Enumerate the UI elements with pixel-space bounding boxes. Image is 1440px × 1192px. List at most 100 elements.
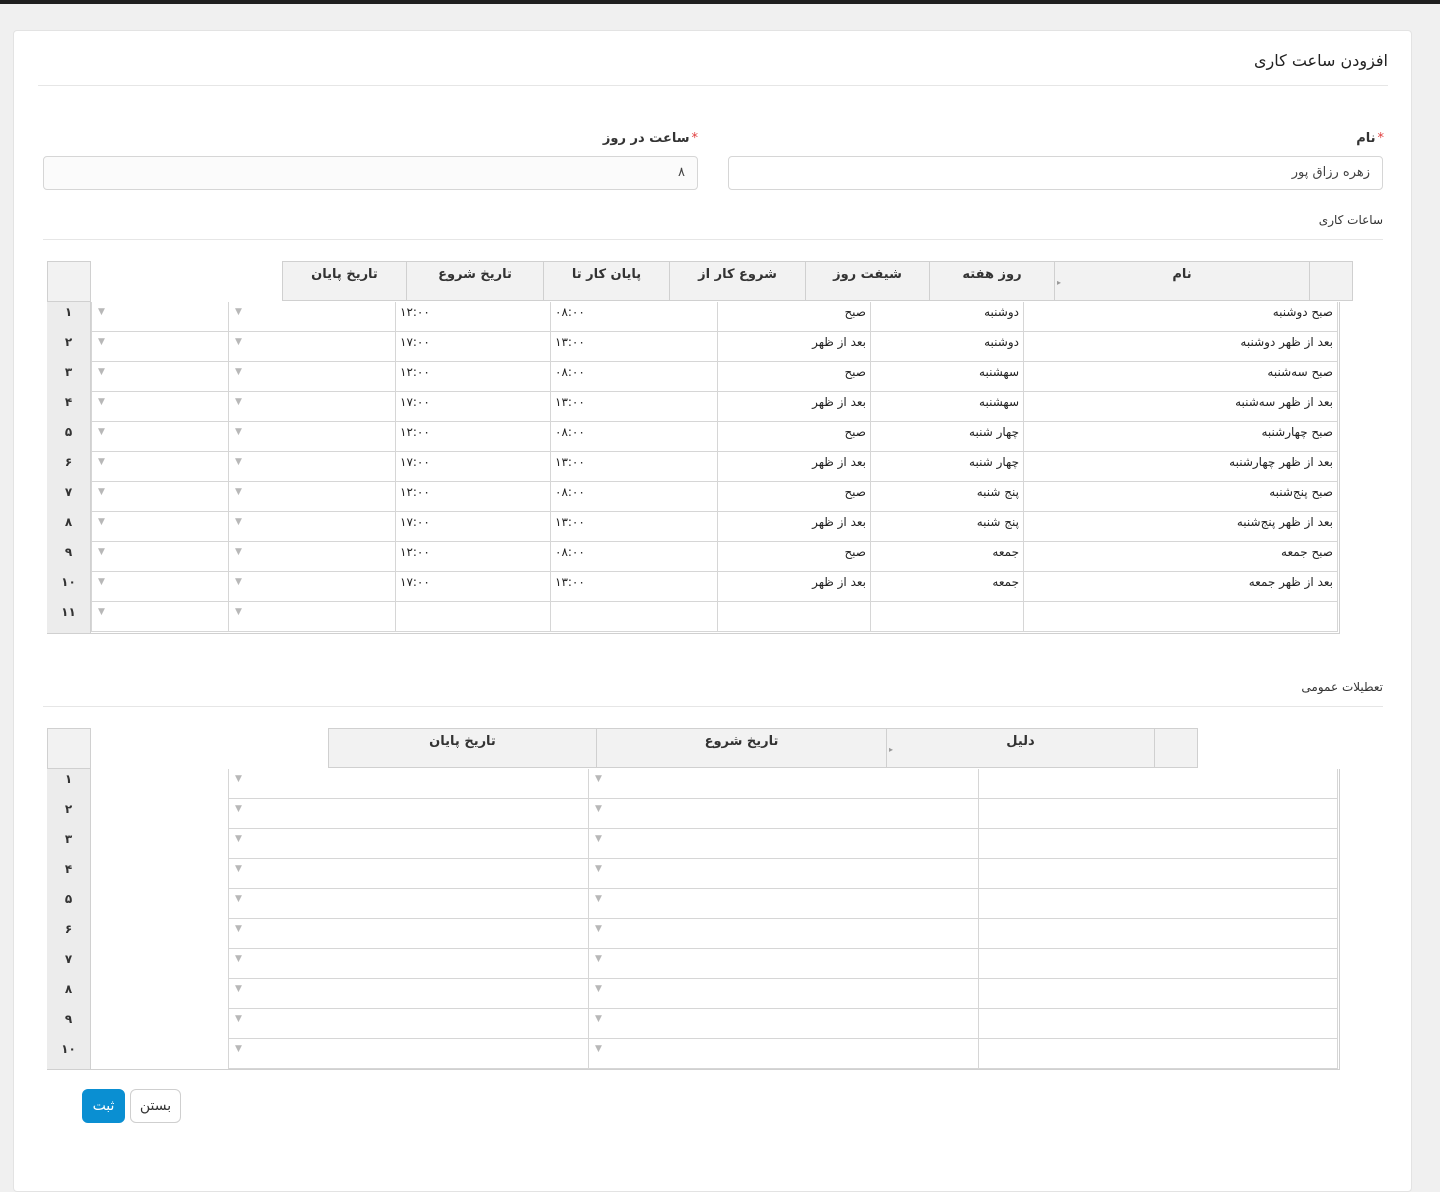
dropdown-triangle-icon[interactable]: ▼ <box>235 804 242 814</box>
cell-shift[interactable]: بعد از ظهر <box>717 572 870 602</box>
column-header-end-date[interactable]: تاریخ پایان <box>328 728 596 768</box>
cell-name[interactable]: بعد از ظهر جمعه <box>1023 572 1338 602</box>
dropdown-triangle-icon[interactable]: ▼ <box>235 397 242 407</box>
cell-end-date[interactable]: ▼ <box>91 332 228 362</box>
dropdown-triangle-icon[interactable]: ▼ <box>98 307 105 317</box>
cell-end-date[interactable]: ▼ <box>228 799 588 829</box>
cell-reason[interactable] <box>978 979 1338 1009</box>
cell-end[interactable]: ۱۲:۰۰ <box>395 422 550 452</box>
cell-end-date[interactable]: ▼ <box>91 482 228 512</box>
dropdown-triangle-icon[interactable]: ▼ <box>235 337 242 347</box>
dropdown-triangle-icon[interactable]: ▼ <box>98 607 105 617</box>
cell-name[interactable]: صبح دوشنبه <box>1023 302 1338 332</box>
cell-start-date[interactable]: ▼ <box>588 919 978 949</box>
cell-start-date[interactable]: ▼ <box>588 829 978 859</box>
dropdown-triangle-icon[interactable]: ▼ <box>235 774 242 784</box>
cell-start-date[interactable]: ▼ <box>228 542 395 572</box>
dropdown-triangle-icon[interactable]: ▼ <box>235 834 242 844</box>
name-field[interactable]: زهره رزاق پور <box>728 156 1383 190</box>
cell-reason[interactable] <box>978 889 1338 919</box>
cell-weekday[interactable]: جمعه <box>870 542 1023 572</box>
dropdown-triangle-icon[interactable]: ▼ <box>235 577 242 587</box>
cell-weekday[interactable]: دوشنبه <box>870 302 1023 332</box>
cell-end[interactable] <box>395 602 550 632</box>
cell-end[interactable]: ۱۷:۰۰ <box>395 572 550 602</box>
dropdown-triangle-icon[interactable]: ▼ <box>98 457 105 467</box>
dropdown-triangle-icon[interactable]: ▼ <box>235 607 242 617</box>
cell-end-date[interactable]: ▼ <box>91 602 228 632</box>
cell-start[interactable]: ۱۳:۰۰ <box>550 392 717 422</box>
cell-weekday[interactable]: پنج شنبه <box>870 482 1023 512</box>
dropdown-triangle-icon[interactable]: ▼ <box>98 427 105 437</box>
cell-end-date[interactable]: ▼ <box>228 919 588 949</box>
cell-end[interactable]: ۱۲:۰۰ <box>395 542 550 572</box>
dropdown-triangle-icon[interactable]: ▼ <box>595 984 602 994</box>
dropdown-triangle-icon[interactable]: ▼ <box>235 864 242 874</box>
submit-button[interactable]: ثبت <box>82 1089 125 1123</box>
cell-reason[interactable] <box>978 1009 1338 1039</box>
cell-name[interactable]: بعد از ظهر سه‌شنبه <box>1023 392 1338 422</box>
column-header-end-date[interactable]: تاریخ پایان <box>282 261 406 301</box>
cell-weekday[interactable]: چهار شنبه <box>870 452 1023 482</box>
cell-start-date[interactable]: ▼ <box>588 979 978 1009</box>
cell-end[interactable]: ۱۷:۰۰ <box>395 512 550 542</box>
cell-end-date[interactable]: ▼ <box>91 572 228 602</box>
cell-shift[interactable]: صبح <box>717 542 870 572</box>
cell-start-date[interactable]: ▼ <box>228 452 395 482</box>
cell-start-date[interactable]: ▼ <box>588 889 978 919</box>
sort-triangle-icon[interactable]: ▸ <box>1057 278 1061 287</box>
cell-start[interactable] <box>550 602 717 632</box>
dropdown-triangle-icon[interactable]: ▼ <box>595 924 602 934</box>
dropdown-triangle-icon[interactable]: ▼ <box>595 804 602 814</box>
cell-name[interactable]: صبح پنج‌شنبه <box>1023 482 1338 512</box>
cell-end[interactable]: ۱۷:۰۰ <box>395 392 550 422</box>
dropdown-triangle-icon[interactable]: ▼ <box>595 954 602 964</box>
cell-name[interactable]: صبح جمعه <box>1023 542 1338 572</box>
cell-end-date[interactable]: ▼ <box>91 512 228 542</box>
dropdown-triangle-icon[interactable]: ▼ <box>235 457 242 467</box>
cell-shift[interactable]: بعد از ظهر <box>717 512 870 542</box>
cell-start-date[interactable]: ▼ <box>588 799 978 829</box>
cell-name[interactable]: صبح چهارشنبه <box>1023 422 1338 452</box>
close-button[interactable]: بستن <box>130 1089 181 1123</box>
cell-name[interactable]: صبح سه‌شنبه <box>1023 362 1338 392</box>
column-header-work-end[interactable]: پایان کار تا <box>543 261 669 301</box>
column-header-start-date[interactable]: تاریخ شروع <box>596 728 886 768</box>
dropdown-triangle-icon[interactable]: ▼ <box>235 487 242 497</box>
cell-start-date[interactable]: ▼ <box>228 602 395 632</box>
cell-start[interactable]: ۰۸:۰۰ <box>550 422 717 452</box>
dropdown-triangle-icon[interactable]: ▼ <box>595 894 602 904</box>
cell-shift[interactable]: صبح <box>717 362 870 392</box>
cell-shift[interactable]: بعد از ظهر <box>717 332 870 362</box>
cell-shift[interactable]: بعد از ظهر <box>717 392 870 422</box>
cell-end-date[interactable]: ▼ <box>91 302 228 332</box>
cell-start-date[interactable]: ▼ <box>588 949 978 979</box>
cell-weekday[interactable]: چهار شنبه <box>870 422 1023 452</box>
hours-per-day-field[interactable]: ۸ <box>43 156 698 190</box>
cell-start-date[interactable]: ▼ <box>228 332 395 362</box>
dropdown-triangle-icon[interactable]: ▼ <box>98 337 105 347</box>
dropdown-triangle-icon[interactable]: ▼ <box>235 1044 242 1054</box>
cell-weekday[interactable]: دوشنبه <box>870 332 1023 362</box>
dropdown-triangle-icon[interactable]: ▼ <box>235 954 242 964</box>
cell-weekday[interactable]: پنج شنبه <box>870 512 1023 542</box>
cell-end-date[interactable]: ▼ <box>91 362 228 392</box>
cell-start-date[interactable]: ▼ <box>588 1009 978 1039</box>
cell-end-date[interactable]: ▼ <box>228 979 588 1009</box>
column-header-weekday[interactable]: روز هفته <box>929 261 1054 301</box>
cell-start[interactable]: ۰۸:۰۰ <box>550 302 717 332</box>
cell-start-date[interactable]: ▼ <box>228 482 395 512</box>
cell-start[interactable]: ۱۳:۰۰ <box>550 452 717 482</box>
dropdown-triangle-icon[interactable]: ▼ <box>595 774 602 784</box>
column-header-name[interactable]: نام ▸ <box>1054 261 1309 301</box>
cell-reason[interactable] <box>978 799 1338 829</box>
column-header-start-date[interactable]: تاریخ شروع <box>406 261 543 301</box>
cell-reason[interactable] <box>978 859 1338 889</box>
cell-start[interactable]: ۰۸:۰۰ <box>550 482 717 512</box>
dropdown-triangle-icon[interactable]: ▼ <box>595 834 602 844</box>
dropdown-triangle-icon[interactable]: ▼ <box>235 427 242 437</box>
dropdown-triangle-icon[interactable]: ▼ <box>235 1014 242 1024</box>
cell-weekday[interactable]: سهشنبه <box>870 392 1023 422</box>
cell-weekday[interactable]: جمعه <box>870 572 1023 602</box>
dropdown-triangle-icon[interactable]: ▼ <box>595 1014 602 1024</box>
